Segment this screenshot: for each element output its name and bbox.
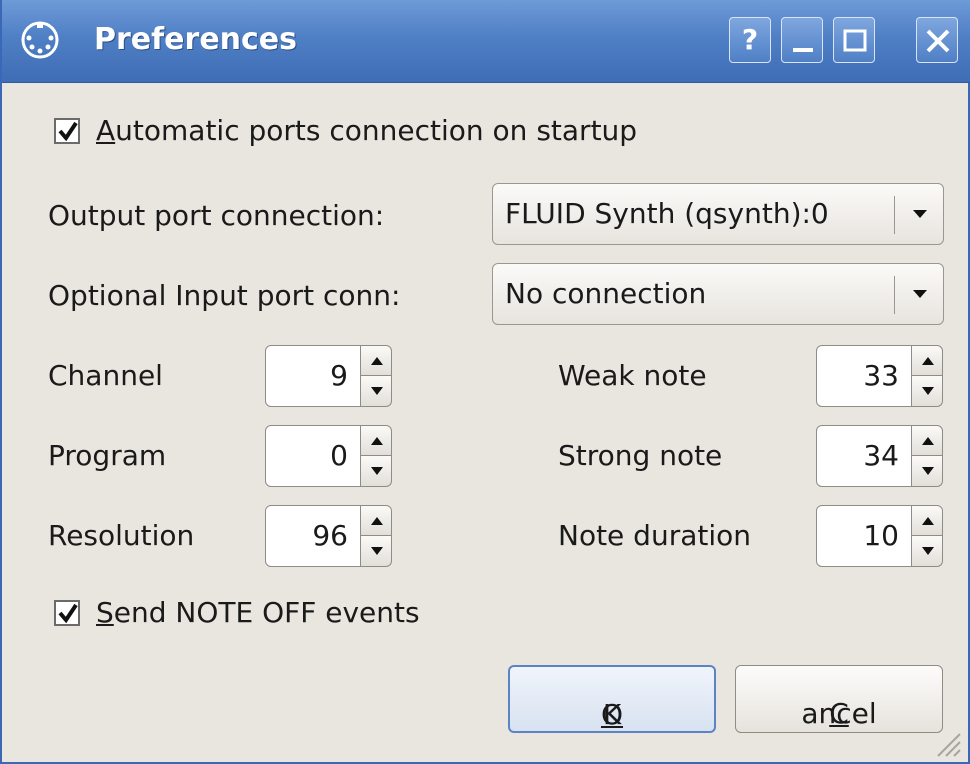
title-bar[interactable]: Preferences ? [2,0,970,83]
weak-note-spinbox[interactable]: 33 [816,345,944,407]
note-off-label[interactable]: Send NOTE OFF events [96,595,420,631]
arrow-up-icon [371,437,383,445]
resolution-spinbox[interactable]: 96 [265,505,393,567]
resolution-label: Resolution [48,519,195,552]
chevron-down-icon [913,290,927,298]
note-duration-spinbox[interactable]: 10 [816,505,944,567]
note-duration-field[interactable]: 10 [816,505,912,567]
resolution-value: 96 [312,519,348,552]
arrow-down-icon [922,467,934,475]
input-port-label: Optional Input port conn: [48,279,401,312]
auto-connect-checkbox[interactable] [54,118,80,144]
auto-connect-label-text: utomatic ports connection on startup [115,114,638,147]
resize-grip-icon[interactable] [932,728,962,758]
auto-connect-mnemonic: A [96,114,116,147]
chevron-down-icon [913,210,927,218]
dialog-body: Automatic ports connection on startup Ou… [2,83,968,764]
weak-note-field[interactable]: 33 [816,345,912,407]
arrow-down-icon [922,547,934,555]
combo-separator [894,276,895,314]
note-duration-increment-button[interactable] [911,505,943,536]
cancel-button[interactable]: Cancel [735,665,943,733]
arrow-down-icon [371,547,383,555]
strong-note-value: 34 [863,439,899,472]
auto-connect-label[interactable]: Automatic ports connection on startup [96,113,637,149]
arrow-down-icon [922,387,934,395]
checkmark-icon [58,121,78,142]
note-off-mnemonic: S [96,596,114,629]
program-increment-button[interactable] [360,425,392,456]
strong-note-decrement-button[interactable] [911,456,943,487]
minimize-icon [793,48,813,52]
help-button[interactable]: ? [729,17,771,63]
note-duration-decrement-button[interactable] [911,536,943,567]
arrow-up-icon [922,437,934,445]
close-icon [926,29,950,53]
weak-note-label: Weak note [558,359,707,392]
ok-label-text: K [602,698,622,731]
program-decrement-button[interactable] [360,456,392,487]
resolution-decrement-button[interactable] [360,536,392,567]
arrow-up-icon [371,517,383,525]
arrow-down-icon [371,467,383,475]
arrow-up-icon [371,357,383,365]
note-duration-value: 10 [863,519,899,552]
help-icon: ? [741,23,759,56]
channel-increment-button[interactable] [360,345,392,376]
weak-note-decrement-button[interactable] [911,376,943,407]
weak-note-increment-button[interactable] [911,345,943,376]
strong-note-spinbox[interactable]: 34 [816,425,944,487]
output-port-value: FLUID Synth (qsynth):0 [505,197,829,230]
arrow-down-icon [371,387,383,395]
midi-connector-icon [21,21,59,59]
program-value: 0 [330,439,348,472]
note-off-label-text: end NOTE OFF events [113,596,420,629]
maximize-icon [843,29,867,52]
combo-separator [894,196,895,234]
program-label: Program [48,439,167,472]
close-button[interactable] [916,17,958,63]
maximize-button[interactable] [833,17,875,63]
note-duration-label: Note duration [558,519,752,552]
input-port-value: No connection [505,277,707,310]
weak-note-value: 33 [863,359,899,392]
strong-note-increment-button[interactable] [911,425,943,456]
channel-decrement-button[interactable] [360,376,392,407]
arrow-up-icon [922,517,934,525]
input-port-combo[interactable]: No connection [492,263,944,325]
strong-note-field[interactable]: 34 [816,425,912,487]
strong-note-label: Strong note [558,439,723,472]
output-port-combo[interactable]: FLUID Synth (qsynth):0 [492,183,944,245]
program-field[interactable]: 0 [265,425,361,487]
resolution-increment-button[interactable] [360,505,392,536]
checkmark-icon [58,603,78,624]
channel-spinbox[interactable]: 9 [265,345,393,407]
arrow-up-icon [922,357,934,365]
preferences-dialog: Preferences ? Automatic ports connection… [0,0,970,764]
minimize-button[interactable] [781,17,823,63]
output-port-label: Output port connection: [48,199,385,232]
channel-value: 9 [330,359,348,392]
note-off-checkbox[interactable] [54,600,80,626]
channel-field[interactable]: 9 [265,345,361,407]
channel-label: Channel [48,359,163,392]
program-spinbox[interactable]: 0 [265,425,393,487]
window-title: Preferences [94,22,298,57]
cancel-label-text: ancel [801,697,877,730]
ok-button[interactable]: OK [508,665,716,733]
resolution-field[interactable]: 96 [265,505,361,567]
